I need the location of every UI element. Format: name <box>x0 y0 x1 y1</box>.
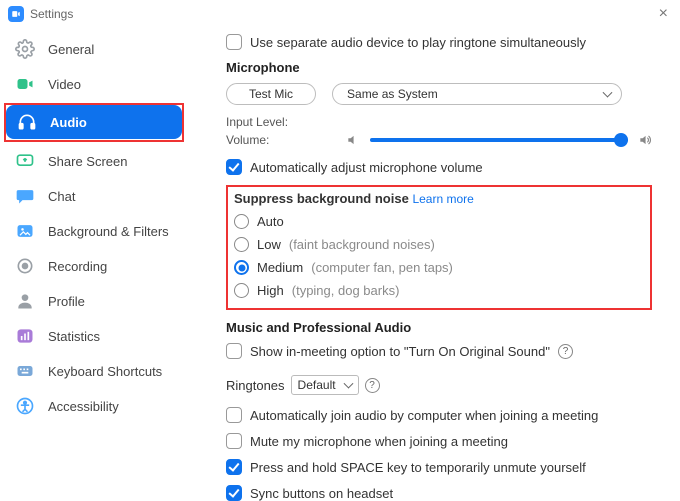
separate-device-label: Use separate audio device to play ringto… <box>250 35 586 50</box>
mic-device-select[interactable]: Same as System <box>332 83 622 105</box>
noise-auto-row[interactable]: Auto <box>234 210 644 233</box>
noise-medium-row[interactable]: Medium (computer fan, pen taps) <box>234 256 644 279</box>
profile-icon <box>14 290 36 312</box>
noise-high-row[interactable]: High (typing, dog barks) <box>234 279 644 302</box>
close-icon[interactable]: × <box>655 5 672 23</box>
mute-join-label: Mute my microphone when joining a meetin… <box>250 434 508 449</box>
sidebar-item-general[interactable]: General <box>4 32 184 66</box>
original-sound-label: Show in-meeting option to "Turn On Origi… <box>250 344 550 359</box>
sidebar-item-label: Background & Filters <box>48 224 169 239</box>
input-level-meter <box>346 119 652 125</box>
test-mic-button[interactable]: Test Mic <box>226 83 316 105</box>
gear-icon <box>14 38 36 60</box>
original-sound-checkbox[interactable] <box>226 343 242 359</box>
space-unmute-label: Press and hold SPACE key to temporarily … <box>250 460 586 475</box>
sidebar-item-profile[interactable]: Profile <box>4 284 184 318</box>
sidebar-item-accessibility[interactable]: Accessibility <box>4 389 184 423</box>
statistics-icon <box>14 325 36 347</box>
mute-join-checkbox[interactable] <box>226 433 242 449</box>
window-title: Settings <box>30 7 73 21</box>
sidebar-item-recording[interactable]: Recording <box>4 249 184 283</box>
background-icon <box>14 220 36 242</box>
noise-title: Suppress background noise <box>234 191 409 206</box>
noise-low-radio[interactable] <box>234 237 249 252</box>
titlebar: Settings × <box>0 0 680 28</box>
mic-volume-slider[interactable] <box>370 138 628 142</box>
sidebar-item-background[interactable]: Background & Filters <box>4 214 184 248</box>
sidebar-item-video[interactable]: Video <box>4 67 184 101</box>
sidebar-item-label: Recording <box>48 259 107 274</box>
accessibility-icon <box>14 395 36 417</box>
keyboard-icon <box>14 360 36 382</box>
sidebar-item-label: Keyboard Shortcuts <box>48 364 162 379</box>
help-icon[interactable]: ? <box>365 378 380 393</box>
app-icon <box>8 6 24 22</box>
sidebar-item-label: Profile <box>48 294 85 309</box>
noise-low-row[interactable]: Low (faint background noises) <box>234 233 644 256</box>
sync-headset-label: Sync buttons on headset <box>250 486 393 501</box>
pro-audio-title: Music and Professional Audio <box>226 320 652 335</box>
sidebar-item-label: Accessibility <box>48 399 119 414</box>
microphone-title: Microphone <box>226 60 652 75</box>
sidebar-item-label: Statistics <box>48 329 100 344</box>
input-level-label: Input Level: <box>226 115 336 129</box>
noise-suppress-highlight: Suppress background noise Learn more Aut… <box>226 185 652 310</box>
separate-device-checkbox[interactable] <box>226 34 242 50</box>
auto-join-checkbox[interactable] <box>226 407 242 423</box>
sidebar-item-chat[interactable]: Chat <box>4 179 184 213</box>
auto-adjust-checkbox[interactable] <box>226 159 242 175</box>
ringtones-label: Ringtones <box>226 378 285 393</box>
volume-label: Volume: <box>226 133 336 147</box>
speaker-low-icon <box>346 133 360 147</box>
noise-high-radio[interactable] <box>234 283 249 298</box>
sidebar: General Video Audio Share Screen Chat Ba… <box>0 28 190 501</box>
sync-headset-checkbox[interactable] <box>226 485 242 501</box>
video-icon <box>14 73 36 95</box>
sidebar-item-keyboard[interactable]: Keyboard Shortcuts <box>4 354 184 388</box>
share-screen-icon <box>14 150 36 172</box>
chat-icon <box>14 185 36 207</box>
ringtones-select[interactable]: Default <box>291 375 359 395</box>
recording-icon <box>14 255 36 277</box>
sidebar-item-statistics[interactable]: Statistics <box>4 319 184 353</box>
headphones-icon <box>16 111 38 133</box>
sidebar-item-share-screen[interactable]: Share Screen <box>4 144 184 178</box>
sidebar-audio-highlight: Audio <box>4 103 184 142</box>
settings-panel: Use separate audio device to play ringto… <box>190 28 680 501</box>
sidebar-item-label: Share Screen <box>48 154 128 169</box>
sidebar-item-audio[interactable]: Audio <box>6 105 182 139</box>
noise-auto-radio[interactable] <box>234 214 249 229</box>
space-unmute-checkbox[interactable] <box>226 459 242 475</box>
auto-join-label: Automatically join audio by computer whe… <box>250 408 598 423</box>
help-icon[interactable]: ? <box>558 344 573 359</box>
learn-more-link[interactable]: Learn more <box>412 192 473 206</box>
sidebar-item-label: Video <box>48 77 81 92</box>
noise-medium-radio[interactable] <box>234 260 249 275</box>
speaker-high-icon <box>638 133 652 147</box>
auto-adjust-label: Automatically adjust microphone volume <box>250 160 483 175</box>
sidebar-item-label: Audio <box>50 115 87 130</box>
separate-device-row: Use separate audio device to play ringto… <box>226 34 652 50</box>
sidebar-item-label: Chat <box>48 189 75 204</box>
sidebar-item-label: General <box>48 42 94 57</box>
